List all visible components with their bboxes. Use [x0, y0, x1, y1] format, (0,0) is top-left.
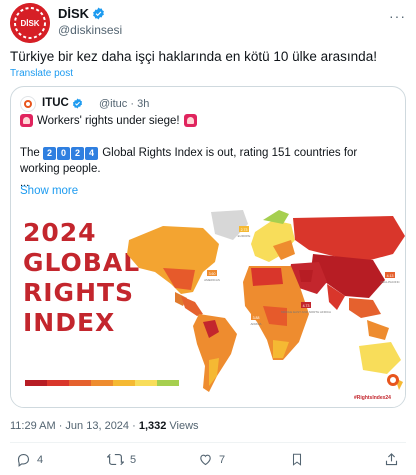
- global-rights-index-image[interactable]: 2024 GLOBAL RIGHTS INDEX 2.73 EUROPE 3.6…: [11, 210, 405, 407]
- region-label: AFRICA: [250, 322, 261, 326]
- quoted-post[interactable]: ITUC @ituc · 3h Workers' rights under si…: [10, 86, 406, 408]
- author-handle[interactable]: @diskinsesi: [58, 23, 122, 37]
- quote-headline-text: Workers' rights under siege!: [37, 114, 180, 127]
- banner-title-line: RIGHTS: [23, 278, 135, 307]
- quote-verified-badge-icon: [72, 97, 82, 109]
- translate-link[interactable]: Translate post: [10, 68, 73, 79]
- quote-author-row[interactable]: ITUC: [42, 97, 83, 109]
- bookmark-icon: [292, 453, 302, 466]
- keycap-digit: 2: [71, 147, 85, 160]
- region-label: AMERICAS: [204, 278, 220, 282]
- rating-legend: [25, 380, 179, 386]
- region-callout: 3.60 AMERICAS: [204, 270, 220, 282]
- repost-count: 5: [130, 453, 137, 466]
- region-score: 4.13: [387, 274, 394, 278]
- like-count: 7: [219, 453, 226, 466]
- region-score: 3.60: [209, 272, 216, 276]
- legend-swatch: [91, 380, 113, 386]
- tweet-text: Türkiye bir kez daha işçi haklarında en …: [10, 49, 377, 64]
- banner-title-line: INDEX: [23, 308, 116, 337]
- keycap-digit: 2: [43, 147, 57, 160]
- post-timestamp[interactable]: 11:29 AM · Jun 13, 2024 · 1,332 Views: [10, 420, 199, 432]
- region-label: ASIA-PACIFIC: [380, 280, 400, 284]
- heart-icon: [200, 454, 211, 466]
- show-more-link[interactable]: Show more: [20, 185, 78, 197]
- verified-badge-icon: [93, 7, 104, 20]
- quote-author-name[interactable]: ITUC: [42, 97, 69, 109]
- banner-hashtag: #RightsIndex24: [354, 395, 391, 401]
- repost-icon: [107, 453, 124, 466]
- legend-swatch: [47, 380, 69, 386]
- region-score: 4.73: [303, 304, 310, 308]
- legend-swatch: [113, 380, 135, 386]
- world-map-icon: 2.73 EUROPE 3.60 AMERICAS 4.13 ASIA-PACI…: [127, 210, 405, 392]
- legend-swatch: [69, 380, 91, 386]
- keycap-digit: 4: [85, 147, 99, 160]
- keycap-digit: 0: [57, 147, 71, 160]
- author-name[interactable]: DİSK: [58, 6, 89, 21]
- region-callout: 2.73 EUROPE: [238, 226, 251, 238]
- quote-headline: Workers' rights under siege!: [20, 114, 197, 127]
- quote-body: The 2024 Global Rights Index is out, rat…: [20, 145, 400, 177]
- region-callout: 3.88 AFRICA: [250, 314, 262, 326]
- author-avatar[interactable]: DİSK: [10, 3, 50, 43]
- quote-meta: @ituc · 3h: [99, 98, 149, 110]
- repost-button[interactable]: 5: [107, 452, 136, 467]
- more-options-icon[interactable]: ···: [389, 8, 406, 24]
- reply-button[interactable]: 4: [16, 452, 43, 467]
- legend-swatch: [135, 380, 157, 386]
- views-count: 1,332: [138, 420, 167, 432]
- timestamp-text[interactable]: 11:29 AM · Jun 13, 2024 ·: [10, 420, 139, 432]
- reply-icon: [17, 453, 30, 467]
- legend-swatch: [25, 380, 47, 386]
- divider: [10, 442, 406, 443]
- region-label: MIDDLE EAST AND NORTH AFRICA: [281, 310, 331, 314]
- share-button[interactable]: [384, 452, 399, 467]
- region-label: EUROPE: [238, 234, 251, 238]
- siren-emoji-icon: [20, 114, 33, 127]
- quote-body-prefix: The: [20, 147, 44, 159]
- avatar-logo-text: DİSK: [20, 19, 39, 28]
- bookmark-button[interactable]: [290, 452, 304, 467]
- ituc-logo-icon: [387, 374, 399, 386]
- share-icon: [385, 453, 398, 466]
- reply-count: 4: [37, 453, 44, 466]
- region-score: 2.73: [241, 228, 248, 232]
- quote-time: · 3h: [130, 98, 150, 110]
- quote-avatar: [20, 96, 36, 112]
- legend-swatch: [157, 380, 179, 386]
- like-button[interactable]: 7: [198, 452, 225, 467]
- banner-title-year: 2024: [23, 218, 97, 247]
- views-label: Views: [166, 420, 199, 432]
- region-score: 3.88: [253, 316, 260, 320]
- siren-emoji-icon: [183, 114, 197, 127]
- author-name-row[interactable]: DİSK: [58, 6, 105, 21]
- quote-author-handle[interactable]: @ituc: [99, 98, 127, 110]
